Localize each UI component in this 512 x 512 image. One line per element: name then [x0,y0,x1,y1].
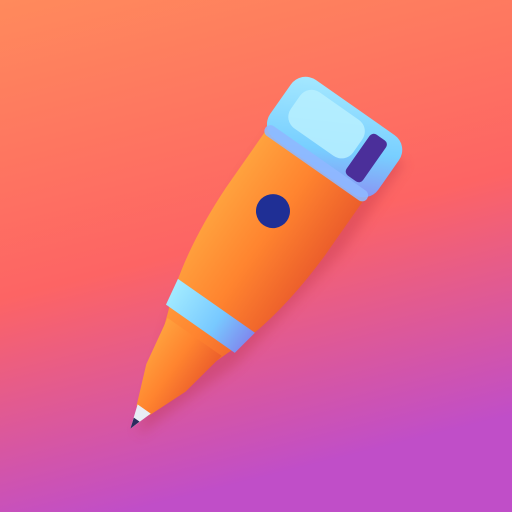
pen-illustration [0,0,512,512]
app-icon [0,0,512,512]
